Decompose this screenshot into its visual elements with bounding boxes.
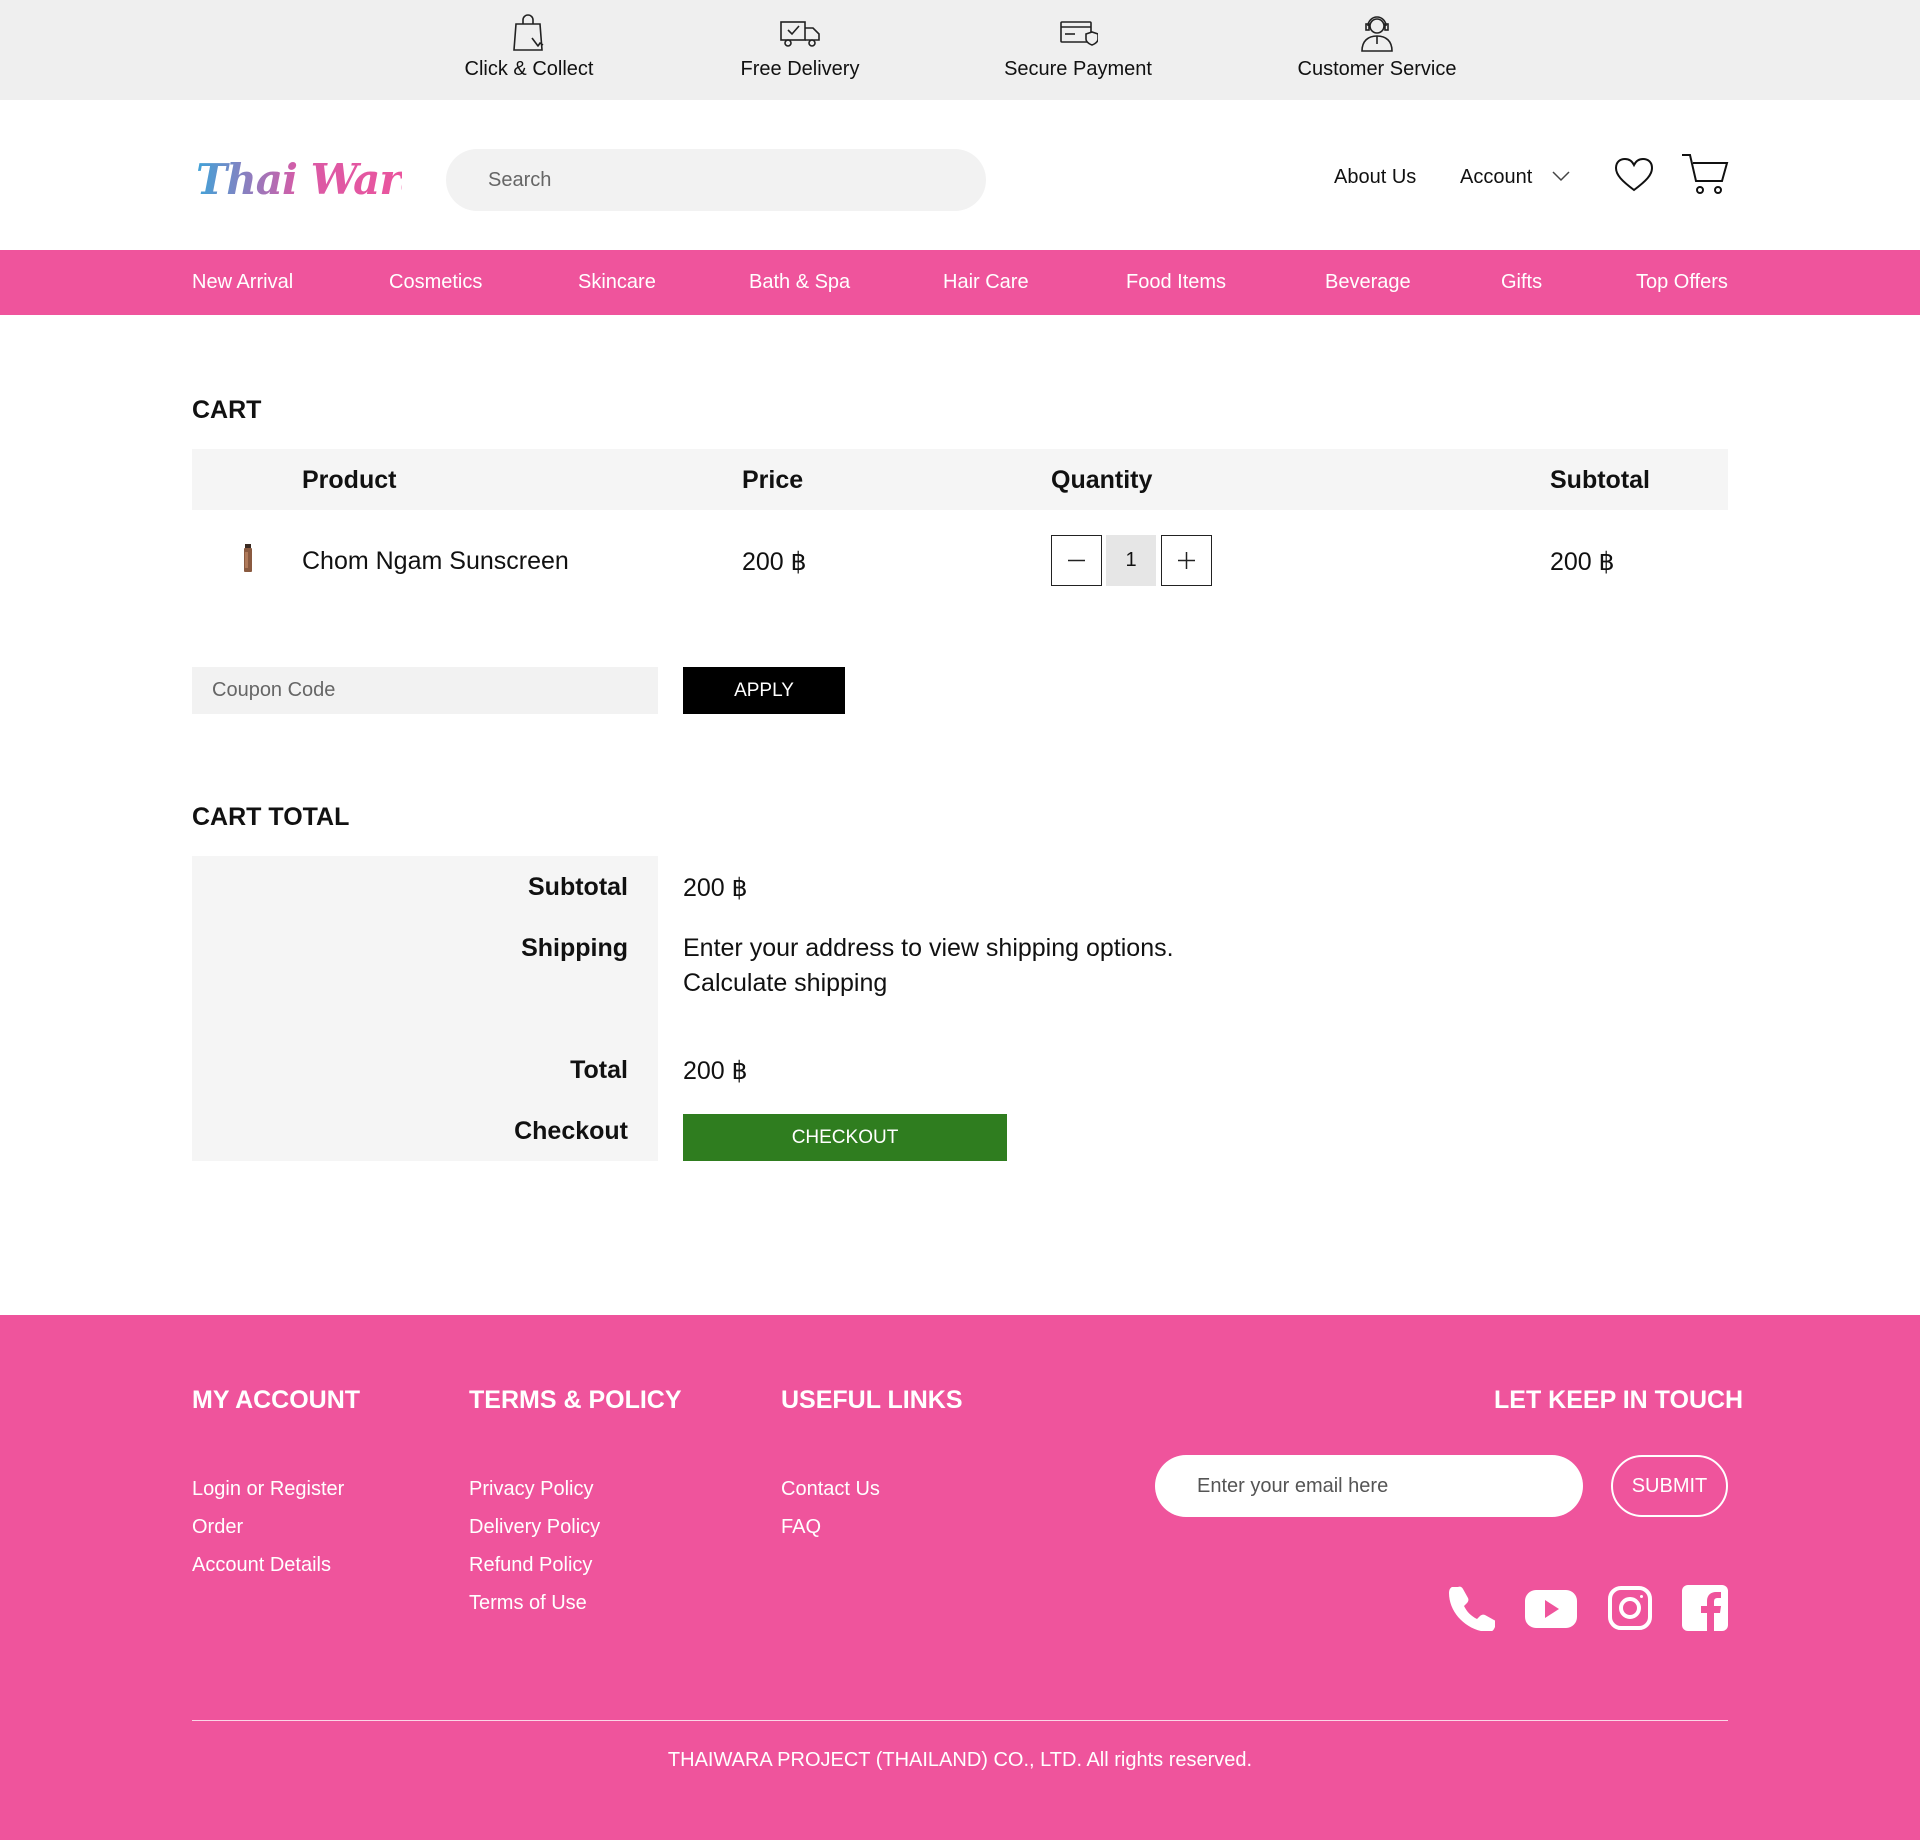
cart-table-header [192,449,1728,510]
footer-link-account-details[interactable]: Account Details [192,1554,331,1577]
shipping-label: Shipping [521,934,628,962]
footer-heading-terms: TERMS & POLICY [469,1386,682,1414]
footer-heading-keep-in-touch: LET KEEP IN TOUCH [1494,1386,1744,1414]
support-agent-icon [1361,16,1393,52]
credit-card-shield-icon [1060,21,1098,46]
calculate-shipping-link[interactable]: Calculate shipping [683,969,887,998]
site-header: Thai Wara About Us Account [0,100,1920,250]
product-thumbnail[interactable] [242,544,254,574]
instagram-icon[interactable] [1607,1585,1653,1631]
footer-heading-my-account: MY ACCOUNT [192,1386,361,1414]
quantity-increase-button[interactable] [1161,535,1212,586]
youtube-icon[interactable] [1525,1590,1577,1628]
category-hair-care[interactable]: Hair Care [943,271,1029,294]
category-cosmetics[interactable]: Cosmetics [389,271,482,294]
site-footer: MY ACCOUNT Login or Register Order Accou… [0,1315,1920,1840]
footer-link-contact[interactable]: Contact Us [781,1478,880,1501]
newsletter-submit-button[interactable]: SUBMIT [1611,1455,1728,1517]
footer-divider [192,1720,1728,1721]
cart-icon[interactable] [1681,152,1729,196]
subtotal-label: Subtotal [528,873,628,901]
category-gifts[interactable]: Gifts [1501,271,1542,294]
category-beverage[interactable]: Beverage [1325,271,1411,294]
category-new-arrival[interactable]: New Arrival [192,271,293,294]
service-label: Click & Collect [464,58,594,80]
search-input[interactable] [446,149,986,211]
service-free-delivery[interactable]: Free Delivery [680,12,920,81]
service-label: Free Delivery [740,58,860,80]
minus-icon [1068,559,1085,562]
service-secure-payment[interactable]: Secure Payment [958,12,1198,81]
apply-coupon-button[interactable]: APPLY [683,667,845,714]
cart-title: CART [192,396,262,424]
footer-link-terms-of-use[interactable]: Terms of Use [469,1592,587,1615]
footer-heading-useful-links: USEFUL LINKS [781,1386,963,1414]
category-bath-spa[interactable]: Bath & Spa [749,271,850,294]
phone-icon[interactable] [1449,1585,1495,1631]
total-value: 200 ฿ [683,1057,748,1085]
delivery-truck-icon [780,21,820,47]
thai-wara-logo[interactable]: Thai Wara [192,150,402,206]
quantity-decrease-button[interactable] [1051,535,1102,586]
cart-total-title: CART TOTAL [192,803,350,831]
copyright-text: THAIWARA PROJECT (THAILAND) CO., LTD. Al… [667,1749,1253,1771]
service-label: Customer Service [1297,58,1457,80]
account-menu[interactable]: Account [1460,166,1532,189]
shipping-text: Enter your address to view shipping opti… [683,934,1174,962]
col-product: Product [302,466,397,494]
about-us-link[interactable]: About Us [1334,166,1416,189]
svg-text:Thai Wara: Thai Wara [196,155,402,204]
heart-icon[interactable] [1614,157,1654,193]
plus-icon [1178,552,1195,569]
col-price: Price [742,466,804,494]
shopping-bag-icon [513,14,544,51]
service-label: Secure Payment [1004,58,1152,80]
product-name[interactable]: Chom Ngam Sunscreen [302,547,569,576]
footer-link-privacy[interactable]: Privacy Policy [469,1478,593,1501]
coupon-input[interactable] [192,667,658,714]
product-price: 200 ฿ [742,548,807,576]
category-nav: New Arrival Cosmetics Skincare Bath & Sp… [0,250,1920,315]
service-click-collect[interactable]: Click & Collect [409,12,649,81]
footer-link-order[interactable]: Order [192,1516,243,1539]
col-quantity: Quantity [1051,466,1153,494]
newsletter-email-input[interactable] [1155,1455,1583,1517]
footer-link-delivery[interactable]: Delivery Policy [469,1516,600,1539]
footer-link-refund[interactable]: Refund Policy [469,1554,592,1577]
service-customer-service[interactable]: Customer Service [1257,12,1497,81]
category-skincare[interactable]: Skincare [578,271,656,294]
checkout-button[interactable]: CHECKOUT [683,1114,1007,1161]
facebook-icon[interactable] [1682,1585,1728,1631]
col-subtotal: Subtotal [1550,466,1650,494]
quantity-input[interactable] [1106,535,1156,586]
total-label: Total [570,1056,628,1084]
category-food-items[interactable]: Food Items [1126,271,1226,294]
product-subtotal: 200 ฿ [1550,548,1615,576]
checkout-label: Checkout [514,1117,628,1145]
category-top-offers[interactable]: Top Offers [1636,271,1728,294]
subtotal-value: 200 ฿ [683,874,748,902]
chevron-down-icon[interactable] [1552,170,1570,182]
footer-link-faq[interactable]: FAQ [781,1516,821,1539]
service-bar: Click & Collect Free Delivery Secure Pay… [0,0,1920,100]
footer-link-login[interactable]: Login or Register [192,1478,344,1501]
